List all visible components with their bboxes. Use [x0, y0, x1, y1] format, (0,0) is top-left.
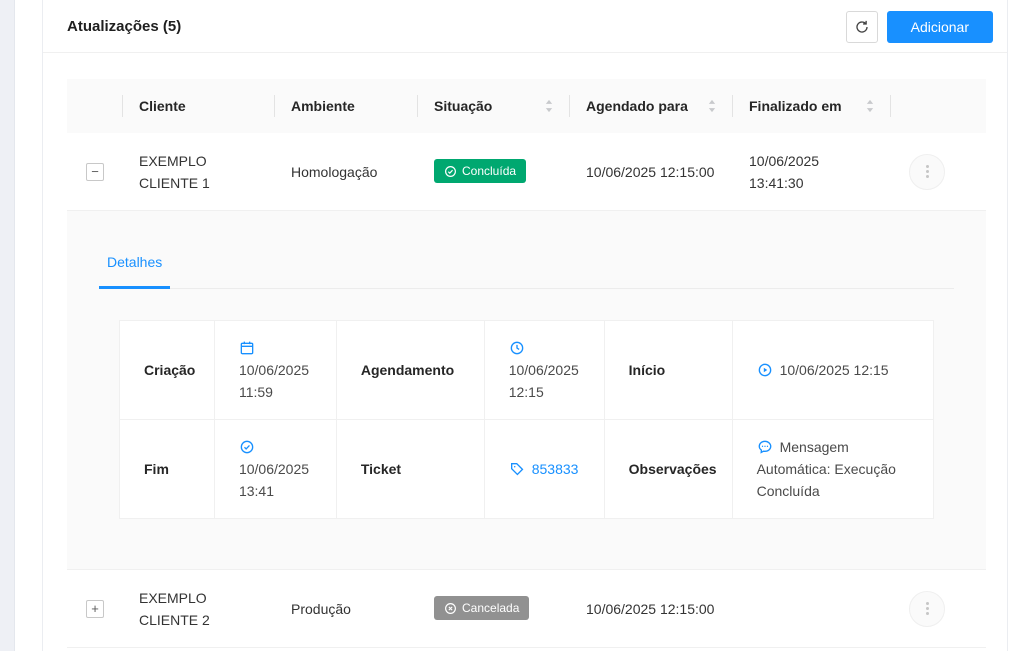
- updates-card: Atualizações (5) Adicionar Cliente Ambie…: [42, 0, 1008, 651]
- header-label: Ambiente: [291, 98, 355, 114]
- header-agendado-para[interactable]: Agendado para: [570, 79, 733, 133]
- header-label: Situação: [434, 98, 493, 114]
- detail-label: Criação: [119, 320, 215, 420]
- header-situacao[interactable]: Situação: [418, 79, 570, 133]
- ellipsis-vertical-icon: [925, 602, 929, 605]
- expand-row-button[interactable]: +: [86, 599, 104, 618]
- detail-value-text: Mensagem Automática: Execução Concluída: [756, 439, 896, 499]
- active-tab-indicator: [99, 286, 171, 289]
- close-circle-icon: [444, 602, 457, 615]
- cliente-cell: EXEMPLO CLIENTE 2: [139, 589, 210, 628]
- table-row: − EXEMPLO CLIENTE 1 Homologação Concluíd…: [67, 133, 986, 211]
- detail-value-text: 10/06/2025 12:15: [508, 362, 579, 400]
- check-circle-icon: [444, 165, 457, 178]
- header-label: Cliente: [139, 98, 186, 114]
- detail-label: Ticket: [335, 419, 485, 519]
- header-actions: Adicionar: [845, 10, 993, 43]
- tab-detalhes[interactable]: Detalhes: [99, 251, 171, 289]
- situacao-cell: Cancelada: [418, 584, 570, 633]
- agendado-cell: 10/06/2025 12:15:00: [586, 163, 715, 180]
- row-more-button[interactable]: [909, 590, 945, 627]
- collapse-row-button[interactable]: −: [86, 162, 104, 181]
- ellipsis-vertical-icon: [925, 165, 929, 168]
- page-title: Atualizações (5): [67, 18, 182, 35]
- detail-value: Mensagem Automática: Execução Concluída: [731, 419, 935, 519]
- page-left-gutter: [0, 0, 15, 651]
- detail-value-text: 10/06/2025 13:41: [238, 461, 310, 499]
- header-actions-column: [891, 79, 986, 133]
- actions-cell: [891, 579, 986, 639]
- check-circle-icon: [239, 439, 255, 455]
- detail-label: Agendamento: [335, 320, 485, 420]
- detail-label: Início: [603, 320, 733, 420]
- play-circle-icon: [757, 362, 773, 378]
- expand-cell: +: [67, 588, 123, 630]
- clock-icon: [509, 340, 525, 356]
- status-label: Concluída: [462, 164, 517, 179]
- ticket-link[interactable]: 853833: [532, 461, 579, 477]
- page: Atualizações (5) Adicionar Cliente Ambie…: [0, 0, 1033, 651]
- finalizado-cell: [733, 597, 891, 621]
- updates-table: Cliente Ambiente Situação Agendado para: [67, 79, 986, 648]
- add-button[interactable]: Adicionar: [886, 10, 993, 43]
- header-cliente: Cliente: [123, 79, 275, 133]
- header-finalizado-em[interactable]: Finalizado em: [733, 79, 891, 133]
- tag-icon: [509, 461, 525, 477]
- sort-icon[interactable]: [544, 99, 554, 113]
- detail-label: Observações: [603, 419, 733, 519]
- detail-value: 10/06/2025 11:59: [213, 320, 337, 420]
- tab-label: Detalhes: [107, 254, 163, 270]
- detail-value-text: 10/06/2025 12:15: [779, 362, 889, 378]
- agendado-cell: 10/06/2025 12:15:00: [586, 600, 715, 617]
- ambiente-cell: Produção: [291, 600, 351, 617]
- card-header: Atualizações (5) Adicionar: [43, 0, 1007, 53]
- detail-grid: Criação 10/06/2025 11:59 Agendamento 10/…: [119, 320, 935, 519]
- ambiente-cell: Homologação: [291, 163, 378, 180]
- detail-value-text: 10/06/2025 11:59: [238, 362, 310, 400]
- message-icon: [757, 439, 773, 455]
- table-row: + EXEMPLO CLIENTE 2 Produção Cancelada 1…: [67, 570, 986, 648]
- header-expand-column: [67, 79, 123, 133]
- detail-tabs: Detalhes: [99, 251, 954, 289]
- detail-value: 10/06/2025 12:15: [731, 320, 935, 420]
- refresh-icon: [854, 19, 870, 35]
- calendar-icon: [239, 340, 255, 356]
- header-label: Agendado para: [586, 98, 688, 114]
- expand-cell: −: [67, 151, 123, 193]
- sort-icon[interactable]: [865, 99, 875, 113]
- expanded-detail-panel: Detalhes Criação 10/06/2025 11:59 Agenda…: [67, 211, 986, 570]
- finalizado-cell: 10/06/2025 13:41:30: [749, 152, 820, 191]
- cliente-cell: EXEMPLO CLIENTE 1: [139, 152, 210, 191]
- detail-value: 10/06/2025 13:41: [213, 419, 337, 519]
- status-label: Cancelada: [462, 601, 520, 616]
- header-ambiente: Ambiente: [275, 79, 418, 133]
- detail-value: 853833: [483, 419, 605, 519]
- header-label: Finalizado em: [749, 98, 842, 114]
- detail-value: 10/06/2025 12:15: [483, 320, 605, 420]
- detail-label: Fim: [119, 419, 215, 519]
- status-badge: Concluída: [434, 159, 527, 184]
- row-more-button[interactable]: [909, 153, 945, 190]
- status-badge: Cancelada: [434, 596, 530, 621]
- situacao-cell: Concluída: [418, 147, 570, 196]
- table-header-row: Cliente Ambiente Situação Agendado para: [67, 79, 986, 133]
- actions-cell: [891, 142, 986, 202]
- refresh-button[interactable]: [845, 10, 878, 43]
- sort-icon[interactable]: [707, 99, 717, 113]
